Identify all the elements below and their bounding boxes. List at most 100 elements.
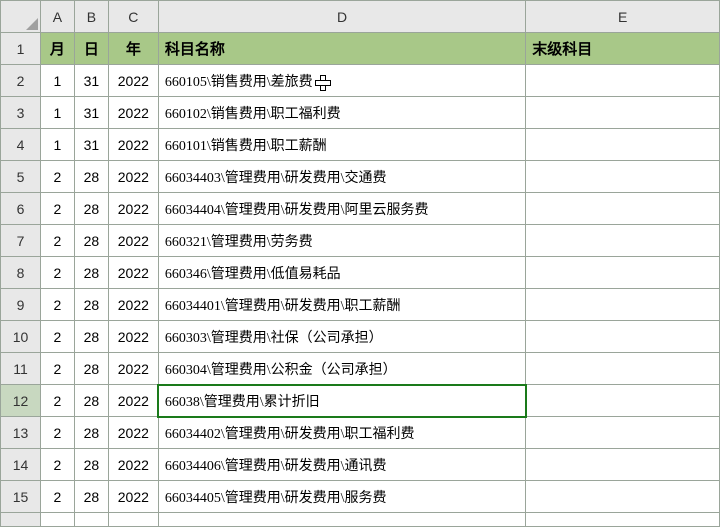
- cell[interactable]: 660321\管理费用\劳务费: [158, 225, 525, 257]
- cell[interactable]: 28: [74, 289, 108, 321]
- cell[interactable]: 28: [74, 449, 108, 481]
- cell[interactable]: 2022: [108, 161, 158, 193]
- header-cell-A[interactable]: 月: [40, 33, 74, 65]
- select-all-corner[interactable]: [1, 1, 41, 33]
- cell[interactable]: 2: [40, 449, 74, 481]
- row-header[interactable]: 14: [1, 449, 41, 481]
- cell[interactable]: 660303\管理费用\社保（公司承担）: [158, 321, 525, 353]
- cell[interactable]: 2: [40, 417, 74, 449]
- cell[interactable]: [108, 513, 158, 527]
- cell[interactable]: 66034405\管理费用\研发费用\服务费: [158, 481, 525, 513]
- header-cell-B[interactable]: 日: [74, 33, 108, 65]
- cell[interactable]: 2022: [108, 97, 158, 129]
- cell[interactable]: 2: [40, 353, 74, 385]
- cell[interactable]: 2022: [108, 289, 158, 321]
- cell[interactable]: [526, 289, 720, 321]
- cell[interactable]: 28: [74, 353, 108, 385]
- cell[interactable]: 2022: [108, 417, 158, 449]
- row-header[interactable]: 2: [1, 65, 41, 97]
- cell[interactable]: 660105\销售费用\差旅费: [158, 65, 525, 97]
- cell[interactable]: 66034406\管理费用\研发费用\通讯费: [158, 449, 525, 481]
- cell[interactable]: [526, 65, 720, 97]
- cell[interactable]: 31: [74, 97, 108, 129]
- row-header[interactable]: 10: [1, 321, 41, 353]
- header-cell-C[interactable]: 年: [108, 33, 158, 65]
- col-header-D[interactable]: D: [158, 1, 525, 33]
- cell[interactable]: 28: [74, 257, 108, 289]
- cell[interactable]: 2: [40, 257, 74, 289]
- cell[interactable]: 2022: [108, 385, 158, 417]
- cell[interactable]: 66034401\管理费用\研发费用\职工薪酬: [158, 289, 525, 321]
- cell[interactable]: 28: [74, 321, 108, 353]
- cell[interactable]: [526, 353, 720, 385]
- row-header[interactable]: 8: [1, 257, 41, 289]
- cell[interactable]: 2: [40, 289, 74, 321]
- cell[interactable]: 66034404\管理费用\研发费用\阿里云服务费: [158, 193, 525, 225]
- row-header[interactable]: 4: [1, 129, 41, 161]
- cell[interactable]: 66034403\管理费用\研发费用\交通费: [158, 161, 525, 193]
- cell[interactable]: 2: [40, 161, 74, 193]
- cell[interactable]: [526, 97, 720, 129]
- row-header[interactable]: 13: [1, 417, 41, 449]
- cell[interactable]: [526, 417, 720, 449]
- cell[interactable]: 660102\销售费用\职工福利费: [158, 97, 525, 129]
- col-header-B[interactable]: B: [74, 1, 108, 33]
- cell[interactable]: 2022: [108, 257, 158, 289]
- cell[interactable]: [74, 513, 108, 527]
- row-header[interactable]: 6: [1, 193, 41, 225]
- cell[interactable]: 28: [74, 225, 108, 257]
- row-header[interactable]: 3: [1, 97, 41, 129]
- row-header[interactable]: 7: [1, 225, 41, 257]
- cell[interactable]: 2: [40, 385, 74, 417]
- cell[interactable]: 2: [40, 225, 74, 257]
- cell[interactable]: 2022: [108, 353, 158, 385]
- cell[interactable]: 28: [74, 417, 108, 449]
- cell[interactable]: 2: [40, 193, 74, 225]
- cell[interactable]: [526, 449, 720, 481]
- cell[interactable]: 660304\管理费用\公积金（公司承担）: [158, 353, 525, 385]
- spreadsheet-grid[interactable]: A B C D E 1月日年科目名称末级科目21312022660105\销售费…: [0, 0, 720, 527]
- cell[interactable]: 1: [40, 129, 74, 161]
- cell[interactable]: [40, 513, 74, 527]
- cell[interactable]: 2022: [108, 193, 158, 225]
- header-cell-E[interactable]: 末级科目: [526, 33, 720, 65]
- cell[interactable]: 660346\管理费用\低值易耗品: [158, 257, 525, 289]
- cell[interactable]: 28: [74, 481, 108, 513]
- cell[interactable]: 2022: [108, 449, 158, 481]
- cell[interactable]: [526, 385, 720, 417]
- row-header[interactable]: 9: [1, 289, 41, 321]
- col-header-E[interactable]: E: [526, 1, 720, 33]
- cell[interactable]: 2: [40, 481, 74, 513]
- cell[interactable]: 28: [74, 193, 108, 225]
- cell[interactable]: [526, 257, 720, 289]
- header-cell-D[interactable]: 科目名称: [158, 33, 525, 65]
- cell[interactable]: [526, 225, 720, 257]
- cell[interactable]: 2022: [108, 481, 158, 513]
- cell[interactable]: 28: [74, 161, 108, 193]
- cell[interactable]: 66038\管理费用\累计折旧: [158, 385, 525, 417]
- cell[interactable]: 1: [40, 97, 74, 129]
- cell[interactable]: 1: [40, 65, 74, 97]
- cell[interactable]: [526, 321, 720, 353]
- cell[interactable]: 66034402\管理费用\研发费用\职工福利费: [158, 417, 525, 449]
- cell[interactable]: 2022: [108, 321, 158, 353]
- cell[interactable]: 2022: [108, 225, 158, 257]
- cell[interactable]: [158, 513, 525, 527]
- cell[interactable]: [526, 513, 720, 527]
- row-header[interactable]: 12: [1, 385, 41, 417]
- row-header[interactable]: 15: [1, 481, 41, 513]
- row-header[interactable]: 1: [1, 33, 41, 65]
- cell[interactable]: 660101\销售费用\职工薪酬: [158, 129, 525, 161]
- row-header[interactable]: 5: [1, 161, 41, 193]
- col-header-C[interactable]: C: [108, 1, 158, 33]
- cell[interactable]: [526, 481, 720, 513]
- cell[interactable]: 31: [74, 129, 108, 161]
- col-header-A[interactable]: A: [40, 1, 74, 33]
- cell[interactable]: 28: [74, 385, 108, 417]
- cell[interactable]: [526, 193, 720, 225]
- cell[interactable]: 2: [40, 321, 74, 353]
- row-header[interactable]: [1, 513, 41, 527]
- cell[interactable]: 2022: [108, 65, 158, 97]
- row-header[interactable]: 11: [1, 353, 41, 385]
- cell[interactable]: 31: [74, 65, 108, 97]
